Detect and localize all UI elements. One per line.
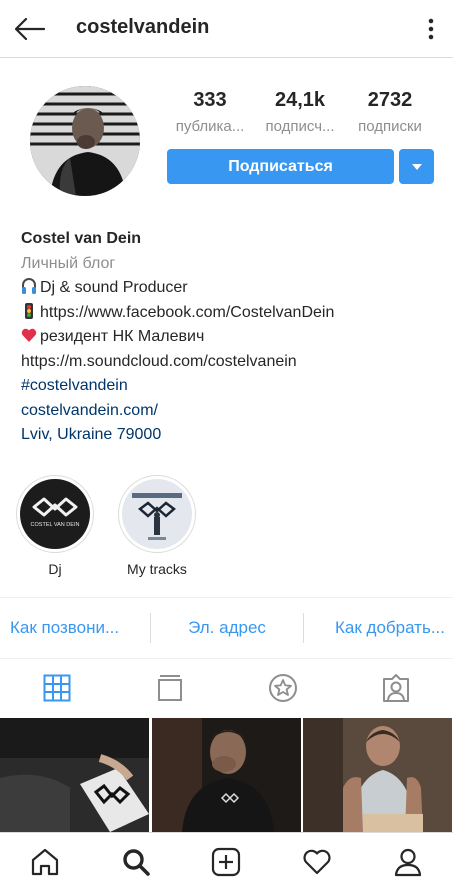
bio-line-facebook: https://www.facebook.com/CostelvanDein <box>21 301 441 326</box>
contact-options-bar: Как позвони... Эл. адрес Как добрать... <box>0 597 453 659</box>
profile-username: costelvandein <box>76 16 210 38</box>
more-vertical-icon <box>428 18 434 40</box>
highlight-tracks-ring <box>118 475 196 553</box>
stat-posts-value: 333 <box>193 89 227 111</box>
top-bar: costelvandein <box>0 0 453 58</box>
profile-icon <box>394 848 421 876</box>
back-button[interactable] <box>14 14 46 44</box>
profile-tabs <box>0 660 453 716</box>
arrow-left-icon <box>15 18 45 40</box>
stat-posts[interactable]: 333 публика... <box>165 88 255 138</box>
more-options-button[interactable] <box>419 14 443 44</box>
highlight-dj-label: Dj <box>48 561 62 577</box>
nav-home[interactable] <box>0 833 91 890</box>
bio-line-resident: резидент НК Малевич <box>21 325 441 350</box>
stat-following-label: подписки <box>358 118 422 135</box>
highlight-dj-ring: COSTEL VAN DEIN <box>16 475 94 553</box>
bio-producer-text: Dj & sound Producer <box>40 279 188 296</box>
tagged-icon <box>383 674 410 702</box>
grid-icon <box>43 674 71 702</box>
stat-followers[interactable]: 24,1k подписч... <box>255 88 345 138</box>
search-icon <box>123 848 150 876</box>
profile-category: Личный блог <box>21 254 116 272</box>
bio-resident-text: резидент НК Малевич <box>40 328 205 345</box>
profile-bio: Costel van Dein Личный блог Dj & sound P… <box>21 227 441 448</box>
highlight-dj-cover: COSTEL VAN DEIN <box>20 479 90 549</box>
highlight-dj[interactable]: COSTEL VAN DEIN Dj <box>16 475 94 577</box>
igtv-icon <box>157 675 182 701</box>
highlight-dj-logo-text: COSTEL VAN DEIN <box>31 522 80 528</box>
call-button[interactable]: Как позвони... <box>0 618 150 638</box>
follow-button[interactable]: Подписаться <box>167 149 394 184</box>
stat-following-value: 2732 <box>367 89 413 111</box>
add-post-icon <box>212 847 241 876</box>
tab-guides[interactable] <box>227 660 340 716</box>
location-link[interactable]: Lviv, Ukraine 79000 <box>21 423 441 448</box>
highlight-tracks-cover <box>122 479 192 549</box>
bio-line-producer: Dj & sound Producer <box>21 276 441 301</box>
post-thumbnail[interactable] <box>303 718 453 832</box>
bio-soundcloud-text: https://m.soundcloud.com/costelvanein <box>21 352 297 370</box>
stat-followers-label: подписч... <box>265 118 335 135</box>
nav-new-post[interactable] <box>181 833 272 890</box>
stat-posts-label: публика... <box>175 118 245 135</box>
bottom-navigation <box>0 832 453 890</box>
heart-icon <box>303 849 331 874</box>
bio-facebook-text: https://www.facebook.com/CostelvanDein <box>40 303 335 321</box>
highlight-my-tracks[interactable]: My tracks <box>118 475 196 577</box>
nav-profile[interactable] <box>362 833 453 890</box>
email-button[interactable]: Эл. адрес <box>151 618 303 638</box>
website-link[interactable]: costelvandein.com/ <box>21 399 441 424</box>
tab-grid[interactable] <box>0 660 113 716</box>
headphones-icon <box>22 278 36 294</box>
nav-search[interactable] <box>91 833 182 890</box>
posts-grid <box>0 718 453 832</box>
profile-avatar[interactable] <box>30 86 140 196</box>
suggestions-dropdown-button[interactable] <box>399 149 434 184</box>
bio-hashtag-link[interactable]: #costelvandein <box>21 374 441 399</box>
tab-tagged[interactable] <box>340 660 453 716</box>
home-icon <box>32 848 59 875</box>
tab-igtv[interactable] <box>113 660 226 716</box>
traffic-light-icon <box>25 302 33 319</box>
heart-emoji-icon <box>21 328 37 342</box>
avatar-photo <box>30 86 140 196</box>
star-icon <box>269 674 298 702</box>
highlight-tracks-label: My tracks <box>127 561 187 577</box>
post-thumbnail[interactable] <box>151 718 302 832</box>
post-thumbnail[interactable] <box>0 718 150 832</box>
chevron-down-icon <box>411 163 422 170</box>
nav-activity[interactable] <box>272 833 363 890</box>
stat-following[interactable]: 2732 подписки <box>345 88 435 138</box>
profile-full-name: Costel van Dein <box>21 230 142 247</box>
stat-followers-value: 24,1k <box>274 89 326 111</box>
directions-button[interactable]: Как добрать... <box>304 618 453 638</box>
profile-stats: 333 публика... 24,1k подписч... 2732 под… <box>165 88 435 138</box>
